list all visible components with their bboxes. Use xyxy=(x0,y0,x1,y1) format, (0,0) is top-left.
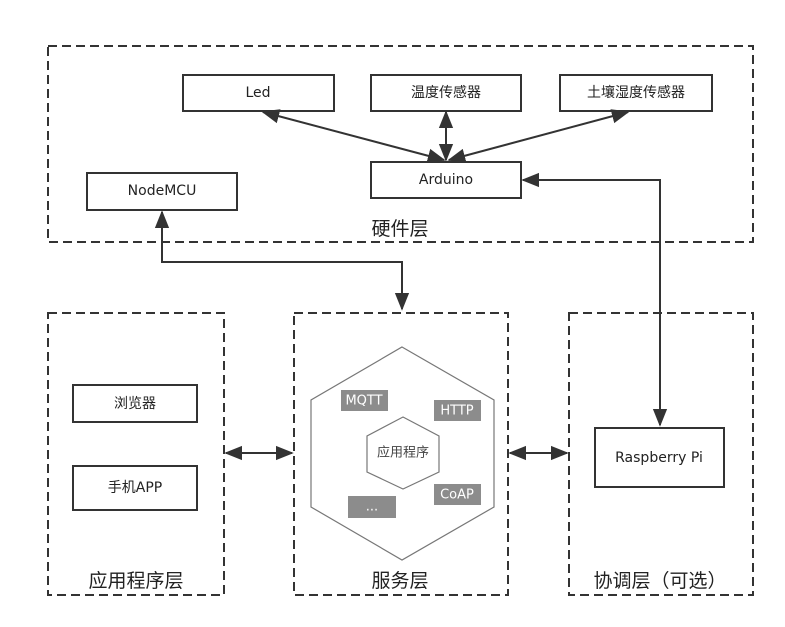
soil-arduino-arrow xyxy=(447,109,630,163)
led-arduino-arrow xyxy=(261,109,446,163)
http-label: HTTP xyxy=(440,404,473,419)
raspberry-label: Raspberry Pi xyxy=(615,450,703,466)
app-layer-label: 应用程序层 xyxy=(88,570,183,592)
led-label: Led xyxy=(245,85,270,101)
soil-sensor-label: 土壤湿度传感器 xyxy=(587,84,685,101)
app-layer-container xyxy=(47,312,225,596)
arduino-label: Arduino xyxy=(419,172,473,188)
hardware-layer-label: 硬件层 xyxy=(371,218,428,240)
nodemcu-label: NodeMCU xyxy=(128,183,197,199)
nodemcu-service-arrow xyxy=(154,210,410,311)
core-label: 应用程序 xyxy=(377,445,429,461)
temp-sensor-label: 温度传感器 xyxy=(411,84,481,101)
architecture-diagram: Led 温度传感器 土壤湿度传感器 Arduino NodeMCU 硬件层 浏览… xyxy=(47,45,754,596)
coordination-layer-label: 协调层（可选） xyxy=(593,570,726,592)
more-label: ... xyxy=(366,500,378,515)
service-layer-label: 服务层 xyxy=(371,570,428,592)
phone-app-label: 手机APP xyxy=(108,480,162,496)
mqtt-label: MQTT xyxy=(345,394,382,409)
coap-label: CoAP xyxy=(440,488,474,503)
raspberry-arduino-arrow xyxy=(521,172,668,427)
browser-label: 浏览器 xyxy=(114,396,156,412)
